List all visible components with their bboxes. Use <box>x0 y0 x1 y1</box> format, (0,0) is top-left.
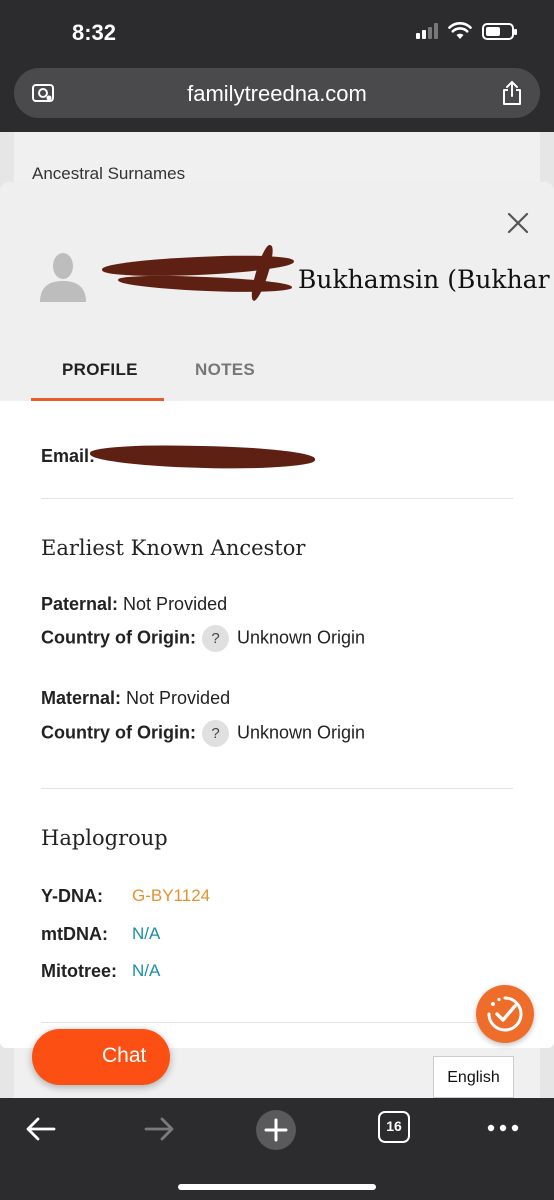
url-text[interactable]: familytreedna.com <box>14 81 540 107</box>
profile-modal: Bukhamsin (Bukhar PROFILE NOTES Email: E… <box>0 182 554 1048</box>
tab-notes[interactable]: NOTES <box>195 360 255 380</box>
mitotree-value[interactable]: N/A <box>132 961 160 981</box>
ydna-label: Y-DNA: <box>41 886 103 906</box>
divider <box>41 788 513 789</box>
country-label: Country of Origin: <box>41 722 196 743</box>
browser-toolbar: familytreedna.com <box>0 64 554 132</box>
ydna-value[interactable]: G-BY1124 <box>132 886 210 906</box>
paternal-value: Not Provided <box>123 594 228 614</box>
maternal-row: Maternal: Not Provided <box>41 688 230 709</box>
tab-count: 16 <box>386 1118 402 1134</box>
close-icon[interactable] <box>505 210 531 236</box>
maternal-label: Maternal: <box>41 688 122 708</box>
chat-button[interactable]: Chat <box>32 1029 170 1085</box>
paternal-row: Paternal: Not Provided <box>41 594 227 615</box>
help-icon[interactable]: ? <box>201 625 229 652</box>
email-label: Email: <box>41 446 96 466</box>
signal-icon <box>416 23 438 39</box>
country-value: Unknown Origin <box>236 722 366 743</box>
back-icon[interactable] <box>24 1112 58 1146</box>
haplogroup-heading: Haplogroup <box>41 826 168 850</box>
address-bar[interactable]: familytreedna.com <box>14 68 540 118</box>
maternal-value: Not Provided <box>126 688 231 708</box>
modal-header: Bukhamsin (Bukhar PROFILE NOTES <box>0 182 554 401</box>
status-time: 8:32 <box>72 20 117 45</box>
language-selector[interactable]: English <box>433 1056 514 1098</box>
help-icon[interactable]: ? <box>201 720 229 747</box>
country-label: Country of Origin: <box>41 627 196 648</box>
checklist-button[interactable] <box>476 985 534 1043</box>
divider <box>41 498 513 499</box>
earliest-ancestor-heading: Earliest Known Ancestor <box>41 536 306 560</box>
battery-icon <box>482 22 517 40</box>
checklist-icon <box>487 996 523 1032</box>
more-icon[interactable] <box>486 1122 520 1134</box>
mtdna-value[interactable]: N/A <box>132 924 160 944</box>
mitotree-label: Mitotree: <box>41 961 117 981</box>
wifi-icon <box>448 22 472 39</box>
share-icon[interactable] <box>500 79 524 107</box>
add-tab-icon[interactable] <box>254 1108 298 1152</box>
forward-icon[interactable] <box>142 1112 176 1146</box>
divider <box>41 1022 513 1023</box>
country-value: Unknown Origin <box>236 627 366 648</box>
home-indicator <box>178 1184 376 1190</box>
tab-profile[interactable]: PROFILE <box>62 360 138 380</box>
chat-label: Chat <box>102 1044 147 1067</box>
avatar-icon <box>40 253 86 302</box>
country-row-paternal: Country of Origin:? Unknown Origin <box>41 625 365 652</box>
status-bar: 8:32 <box>0 0 554 64</box>
email-redaction <box>89 444 316 470</box>
visible-surname: Bukhamsin (Bukhar <box>298 265 550 294</box>
mtdna-label: mtDNA: <box>41 924 108 944</box>
paternal-label: Paternal: <box>41 594 119 614</box>
status-icons <box>416 22 517 40</box>
country-row-maternal: Country of Origin:? Unknown Origin <box>41 720 365 747</box>
active-tab-indicator <box>31 398 164 401</box>
tabs-icon[interactable]: 16 <box>378 1111 410 1143</box>
ancestral-surnames-label: Ancestral Surnames <box>32 164 186 183</box>
